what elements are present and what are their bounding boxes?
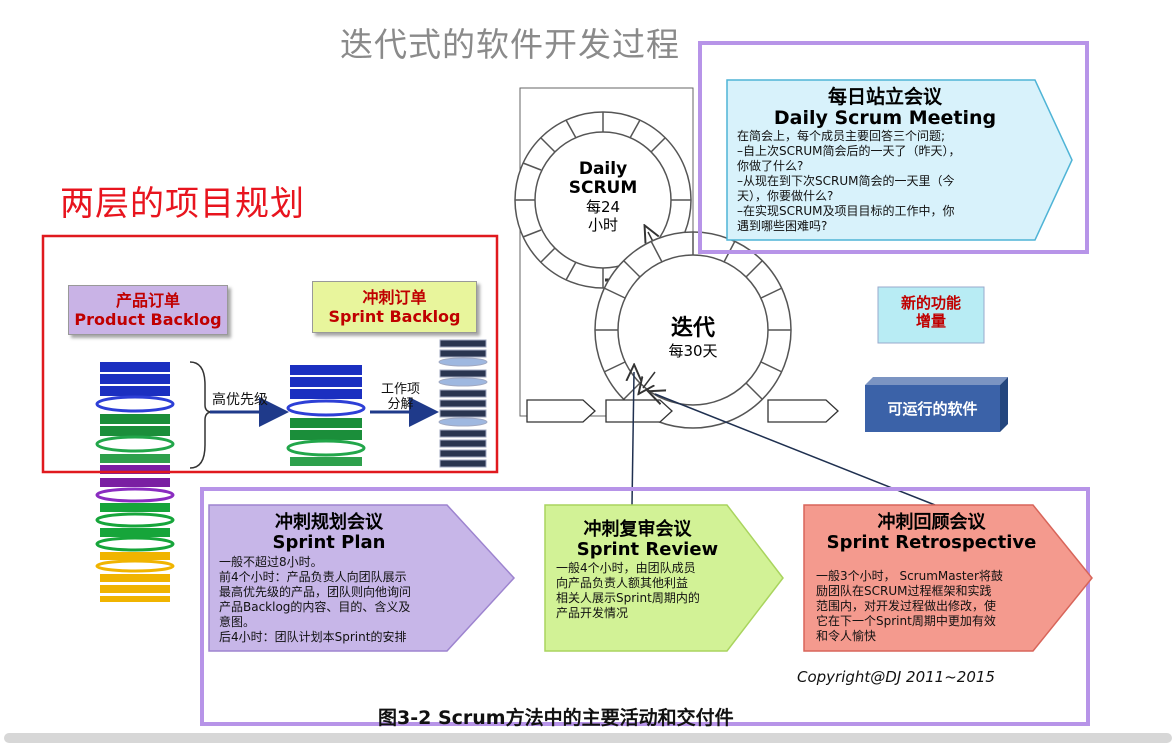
decompose-line2: 分解 xyxy=(387,397,414,412)
daily-meeting-cn: 每日站立会议 xyxy=(827,86,942,108)
plan-note-line: 一般不超过8小时。 xyxy=(219,555,323,569)
sprint-backlog-cn: 冲刺订单 xyxy=(362,288,427,307)
sprint-retro-cn: 冲刺回顾会议 xyxy=(877,512,986,533)
daily-note-line: –从现在到下次SCRUM简会的一天里（今 xyxy=(737,174,955,188)
sprint-backlog-en: Sprint Backlog xyxy=(328,307,461,326)
increment-line2: 增量 xyxy=(915,312,946,330)
runnable-box-side xyxy=(1000,377,1008,432)
sprint-review-notes: 一般4个小时，由团队成员 向产品负责人额其他利益 相关人展示Sprint周期内的… xyxy=(556,561,756,621)
plan-note-line: 产品Backlog的内容、目的、含义及 xyxy=(219,600,411,614)
runnable-box-top xyxy=(865,377,1008,385)
review-note-line: 产品开发情况 xyxy=(556,606,629,620)
product-backlog-cn: 产品订单 xyxy=(115,291,180,310)
plan-note-line: 最高优先级的产品，团队则向他询问 xyxy=(219,585,412,599)
daily-note-line: –自上次SCRUM简会后的一天了（昨天）， xyxy=(737,144,961,158)
iteration-input-arrow-2 xyxy=(605,399,673,423)
plan-note-line: 意图。 xyxy=(219,615,256,629)
sprint-backlog-stack xyxy=(286,365,366,466)
sprint-plan-en: Sprint Plan xyxy=(272,532,386,553)
iteration-cn: 迭代 xyxy=(670,316,715,341)
two-level-frame xyxy=(41,234,499,474)
high-priority-label: 高优先级 xyxy=(212,392,268,408)
iteration-output-arrow xyxy=(767,399,839,423)
product-backlog-label: 产品订单 Product Backlog xyxy=(68,285,228,335)
review-note-line: 一般4个小时，由团队成员 xyxy=(556,561,696,575)
page-title: 迭代式的软件开发过程 xyxy=(340,25,680,64)
daily-scrum-line2: SCRUM xyxy=(568,178,638,198)
product-backlog-stack xyxy=(95,362,175,602)
retro-note-line: 励团队在SCRUM过程框架和实践 xyxy=(816,584,992,598)
decompose-line1: 工作项 xyxy=(381,382,421,397)
daily-note-line: 天），你要做什么? xyxy=(737,189,834,203)
increment-text: 新的功能 增量 xyxy=(878,294,984,330)
plan-note-line: 后4小时：团队计划本Sprint的安排 xyxy=(219,630,407,644)
retro-note-line: 范围内，对开发过程做出修改，使 xyxy=(816,599,997,613)
two-level-label: 两层的项目规划 xyxy=(60,184,305,224)
daily-scrum-line4: 小时 xyxy=(587,216,618,234)
copyright: Copyright@DJ 2011~2015 xyxy=(797,668,995,686)
sprint-retro-en: Sprint Retrospective xyxy=(826,532,1037,553)
daily-scrum-line3: 每24 xyxy=(585,198,621,216)
sprint-review-en: Sprint Review xyxy=(576,539,719,560)
task-stack xyxy=(438,339,488,468)
sprint-plan-cn: 冲刺规划会议 xyxy=(275,512,383,533)
increment-line1: 新的功能 xyxy=(900,294,961,312)
retro-note-line: 一般3个小时， ScrumMaster将鼓 xyxy=(816,569,1003,583)
retro-note-line: 和令人愉快 xyxy=(816,629,877,643)
runnable-label: 可运行的软件 xyxy=(887,400,978,418)
iteration-text: 迭代 每30天 xyxy=(643,316,743,360)
decompose-label: 工作项 分解 xyxy=(381,382,420,412)
plan-note-line: 前4个小时：产品负责人向团队展示 xyxy=(219,570,407,584)
review-note-line: 向产品负责人额其他利益 xyxy=(556,576,689,590)
sprint-retro-notes: 一般3个小时， ScrumMaster将鼓 励团队在SCRUM过程框架和实践 范… xyxy=(816,569,1056,644)
daily-note-line: 你做了什么? xyxy=(737,159,804,173)
daily-scrum-line1: Daily xyxy=(578,159,628,179)
daily-meeting-en: Daily Scrum Meeting xyxy=(773,107,997,129)
sprint-review-cn: 冲刺复审会议 xyxy=(583,519,692,540)
figure-caption: 图3-2 Scrum方法中的主要活动和交付件 xyxy=(378,707,734,729)
iteration-input-arrow-1 xyxy=(526,399,596,423)
horizontal-scrollbar[interactable] xyxy=(4,733,1172,743)
review-note-line: 相关人展示Sprint周期内的 xyxy=(556,591,700,605)
sprint-plan-notes: 一般不超过8小时。 前4个小时：产品负责人向团队展示 最高优先级的产品，团队则向… xyxy=(219,555,479,645)
retro-note-line: 它在下一个Sprint周期中更加有效 xyxy=(816,614,996,628)
daily-meeting-notes: 在简会上，每个成员主要回答三个问题; –自上次SCRUM简会后的一天了（昨天），… xyxy=(737,129,1037,234)
product-backlog-en: Product Backlog xyxy=(74,310,222,329)
sprint-backlog-label: 冲刺订单 Sprint Backlog xyxy=(312,281,477,333)
daily-scrum-text: Daily SCRUM 每24 小时 xyxy=(553,159,653,235)
iteration-sub: 每30天 xyxy=(668,342,718,360)
daily-note-line: –在实现SCRUM及项目目标的工作中，你 xyxy=(737,204,955,218)
brace xyxy=(189,361,213,469)
daily-note-line: 在简会上，每个成员主要回答三个问题; xyxy=(737,129,946,143)
daily-note-line: 遇到哪些困难吗? xyxy=(737,219,828,233)
